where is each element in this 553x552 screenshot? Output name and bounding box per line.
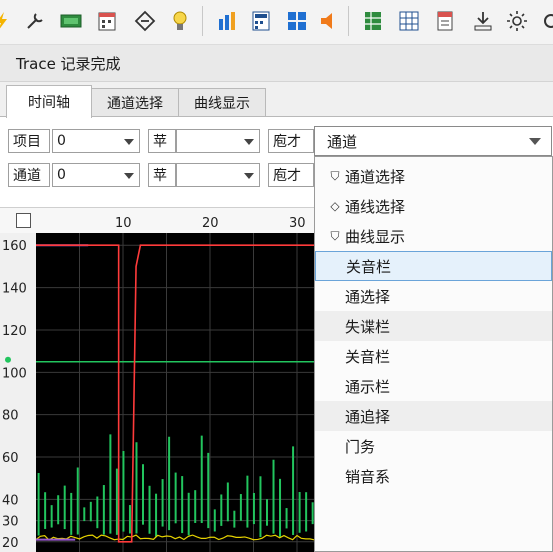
field6-label: 庖才 (268, 163, 314, 187)
sheet-icon[interactable] (360, 8, 386, 34)
dropdown-item[interactable]: ⛉ 通道选择 (315, 161, 552, 191)
bulb-icon[interactable] (167, 8, 193, 34)
dropdown-item-label: 失谍栏 (345, 317, 391, 336)
y-tick-label: 80 (2, 409, 19, 424)
field5-select[interactable] (176, 163, 260, 187)
dropdown-list: ⛉ 通道选择 ◇ 通线选择 ⛉ 曲线显示 关音栏 通选择 失谍栏 关音栏 通示栏 通追择 门务 销音系 (314, 156, 553, 552)
shield-icon: ⛉ (330, 228, 340, 243)
x-tick-label: 10 (115, 216, 132, 231)
dropdown-item-label: 关音栏 (345, 347, 391, 366)
dropdown-item[interactable]: ◇ 通线选择 (315, 191, 552, 221)
plot-checkbox[interactable] (16, 213, 31, 228)
y-tick-label: 20 (2, 536, 19, 551)
channel-select[interactable]: 0 (52, 163, 140, 187)
dropdown-item-label: 门务 (345, 437, 376, 456)
table-icon[interactable] (396, 8, 422, 34)
tab-channel-select[interactable]: 通道选择 (91, 88, 179, 117)
dropdown-item-label: 销音系 (345, 467, 391, 486)
field2-select[interactable] (176, 129, 260, 153)
speaker-icon[interactable] (316, 8, 342, 34)
dropdown-item[interactable]: ⛉ 曲线显示 (315, 221, 552, 251)
calculator-icon[interactable] (248, 8, 274, 34)
status-text: Trace 记录完成 (16, 55, 121, 73)
board-icon[interactable] (58, 8, 84, 34)
dropdown-item[interactable]: 失谍栏 (315, 311, 552, 341)
chevron-down-icon (124, 139, 134, 145)
y-tick-label: 140 (2, 282, 27, 297)
chevron-down-icon (244, 173, 254, 179)
dropdown-item[interactable]: 通选择 (315, 281, 552, 311)
windows-grid-icon[interactable] (284, 8, 310, 34)
document-icon[interactable] (432, 8, 458, 34)
field5-label: 苹 (148, 163, 176, 187)
chart-db-icon[interactable] (214, 8, 240, 34)
x-tick-label: 20 (202, 216, 219, 231)
dropdown-item-label: 关音栏 (346, 257, 392, 276)
x-tick-label: 30 (289, 216, 306, 231)
y-tick-label: 60 (2, 451, 19, 466)
level-marker (5, 356, 11, 363)
dropdown-item-label: 通追择 (345, 407, 391, 426)
calendar-icon[interactable] (94, 8, 120, 34)
channel-value: 0 (57, 167, 66, 183)
dropdown-item-label: 通选择 (345, 287, 391, 306)
dropdown-item[interactable]: 通示栏 (315, 371, 552, 401)
channel-dropdown[interactable]: 通道 (314, 126, 552, 156)
field2-label: 苹 (148, 129, 176, 153)
diamond-icon: ◇ (330, 199, 340, 213)
shield-icon: ⛉ (330, 168, 340, 183)
y-tick-label: 40 (2, 493, 19, 508)
chevron-down-icon (529, 138, 541, 145)
y-tick-label: 120 (2, 324, 27, 339)
gear-icon[interactable] (538, 8, 553, 34)
tab-timeline[interactable]: 时间轴 (6, 85, 92, 118)
tab-bar: 时间轴 通道选择 曲线显示 (0, 82, 553, 118)
status-bar: Trace 记录完成 (0, 45, 553, 82)
dropdown-item-label: 曲线显示 (345, 227, 406, 246)
dropdown-item[interactable]: 关音栏 (315, 251, 552, 281)
lightning-icon[interactable] (0, 8, 14, 34)
dropdown-item-label: 通线选择 (345, 197, 406, 216)
diamond-tool-icon[interactable] (132, 8, 158, 34)
project-value: 0 (57, 133, 66, 149)
channel-label: 通道 (8, 163, 50, 187)
dropdown-item-label: 通示栏 (345, 377, 391, 396)
dropdown-item[interactable]: 销音系 (315, 461, 552, 491)
chevron-down-icon (244, 139, 254, 145)
toolbar (0, 0, 553, 45)
dropdown-item[interactable]: 关音栏 (315, 341, 552, 371)
dropdown-item[interactable]: 通追择 (315, 401, 552, 431)
dropdown-selected: 通道 (327, 132, 358, 151)
project-label: 项目 (8, 129, 50, 153)
dropdown-item[interactable]: 门务 (315, 431, 552, 461)
y-tick-label: 100 (2, 366, 27, 381)
project-select[interactable]: 0 (52, 129, 140, 153)
sun-icon[interactable] (504, 8, 530, 34)
tab-curve-display[interactable]: 曲线显示 (178, 88, 266, 117)
dropdown-item-label: 通道选择 (345, 167, 406, 186)
wrench-icon[interactable] (22, 8, 48, 34)
y-tick-label: 30 (2, 515, 19, 530)
y-tick-label: 160 (2, 239, 27, 254)
import-icon[interactable] (470, 8, 496, 34)
chevron-down-icon (124, 173, 134, 179)
field3-label: 庖才 (268, 129, 314, 153)
